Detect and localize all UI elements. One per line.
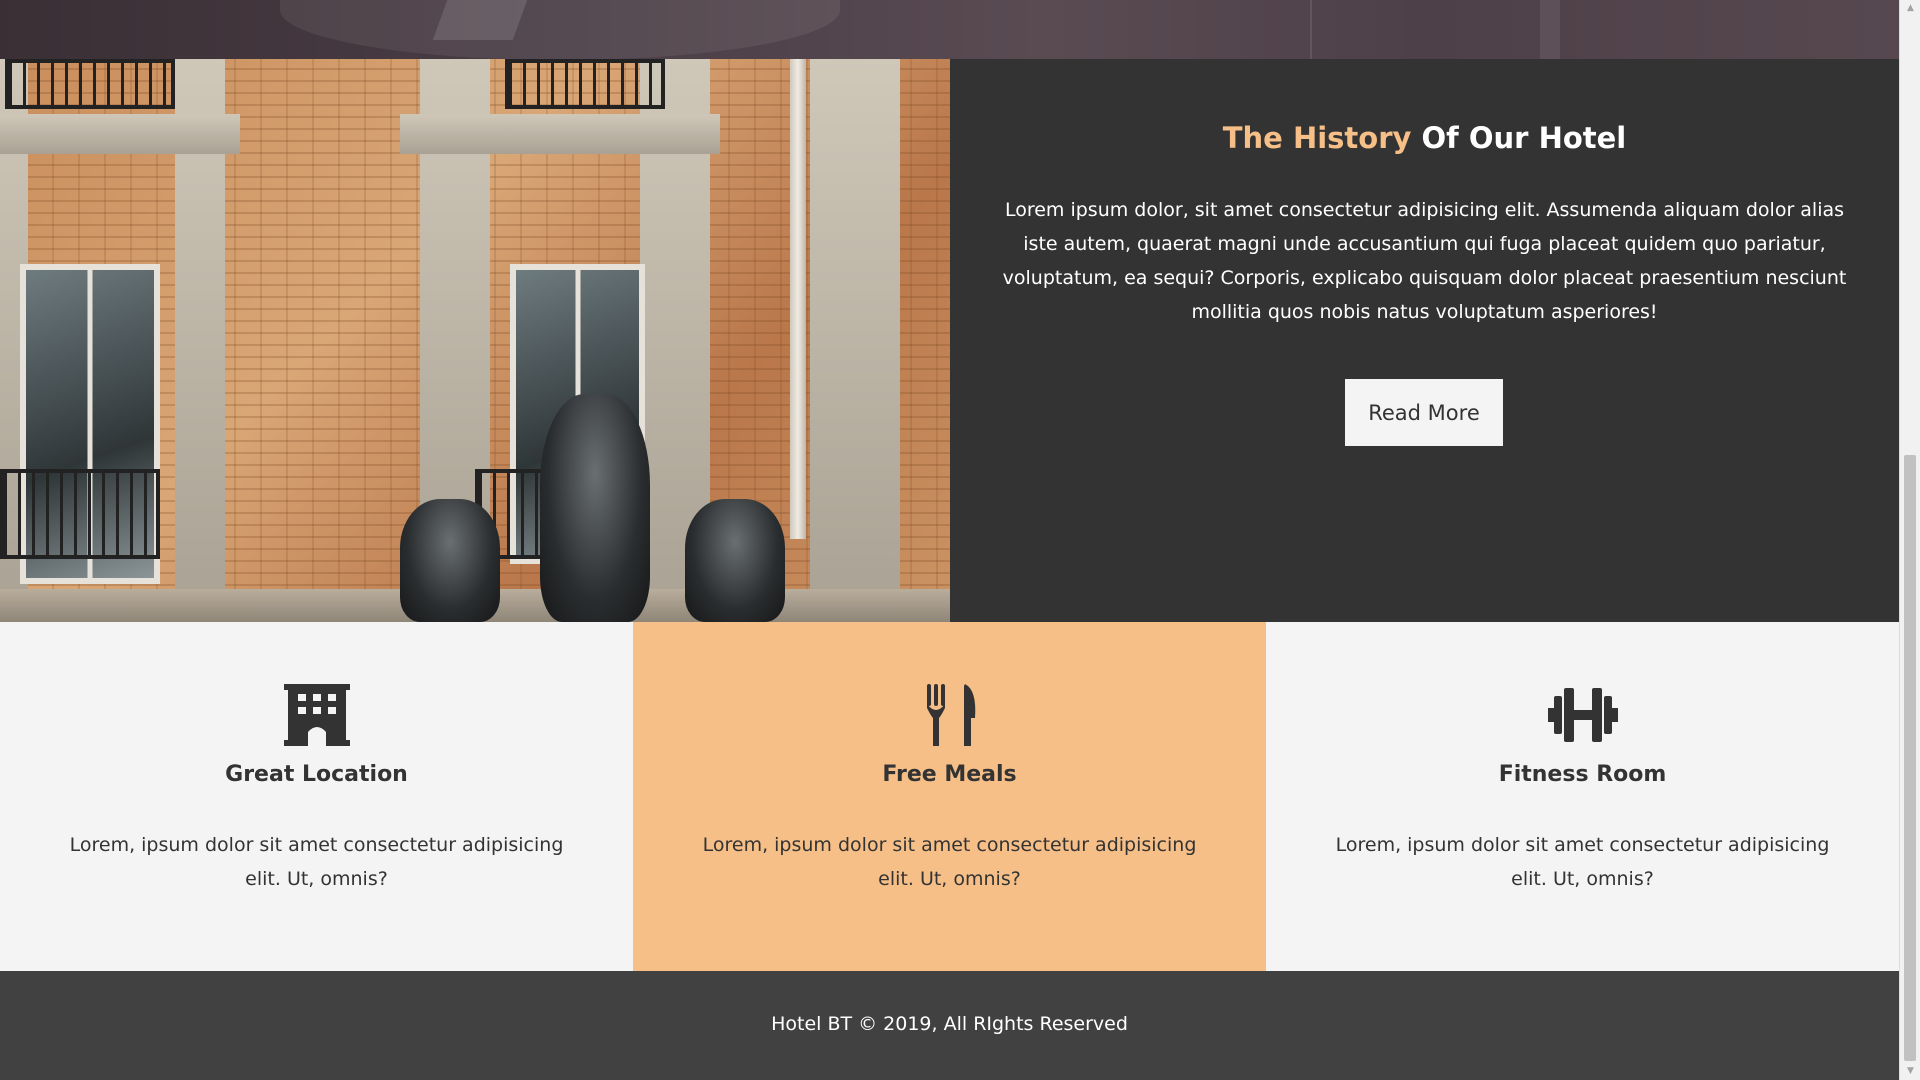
hotel-building-image: [0, 59, 950, 622]
footer-copyright: Hotel BT © 2019, All RIghts Reserved: [771, 1013, 1128, 1035]
feature-fitness-room: Fitness Room Lorem, ipsum dolor sit amet…: [1266, 622, 1899, 971]
feature-free-meals: Free Meals Lorem, ipsum dolor sit amet c…: [633, 622, 1266, 971]
hero-image-strip: [0, 0, 1899, 59]
utensils-icon: [926, 684, 975, 746]
features-section: Great Location Lorem, ipsum dolor sit am…: [0, 622, 1899, 971]
read-more-button[interactable]: Read More: [1345, 379, 1503, 446]
history-content: The History Of Our Hotel Lorem ipsum dol…: [950, 59, 1899, 622]
history-title-rest: Of Our Hotel: [1411, 121, 1627, 155]
footer: Hotel BT © 2019, All RIghts Reserved: [0, 971, 1899, 1080]
feature-title: Fitness Room: [1498, 762, 1667, 787]
history-title-accent: The History: [1222, 121, 1412, 155]
history-section: The History Of Our Hotel Lorem ipsum dol…: [0, 59, 1899, 622]
building-icon: [283, 684, 350, 746]
vertical-scrollbar[interactable]: ▲ ▼: [1899, 0, 1920, 1080]
dumbbell-icon: [1547, 688, 1618, 742]
feature-text: Lorem, ipsum dolor sit amet consectetur …: [702, 834, 1197, 890]
scrollbar-thumb[interactable]: [1904, 455, 1916, 1061]
feature-text: Lorem, ipsum dolor sit amet consectetur …: [1335, 834, 1830, 890]
history-body: Lorem ipsum dolor, sit amet consectetur …: [1002, 199, 1847, 323]
page: The History Of Our Hotel Lorem ipsum dol…: [0, 0, 1899, 1080]
feature-title: Great Location: [225, 762, 408, 787]
feature-text: Lorem, ipsum dolor sit amet consectetur …: [69, 834, 564, 890]
scroll-down-arrow-icon[interactable]: ▼: [1900, 1063, 1920, 1080]
feature-title: Free Meals: [882, 762, 1017, 787]
history-title: The History Of Our Hotel: [950, 121, 1899, 155]
feature-great-location: Great Location Lorem, ipsum dolor sit am…: [0, 622, 633, 971]
scroll-up-arrow-icon[interactable]: ▲: [1900, 0, 1920, 17]
